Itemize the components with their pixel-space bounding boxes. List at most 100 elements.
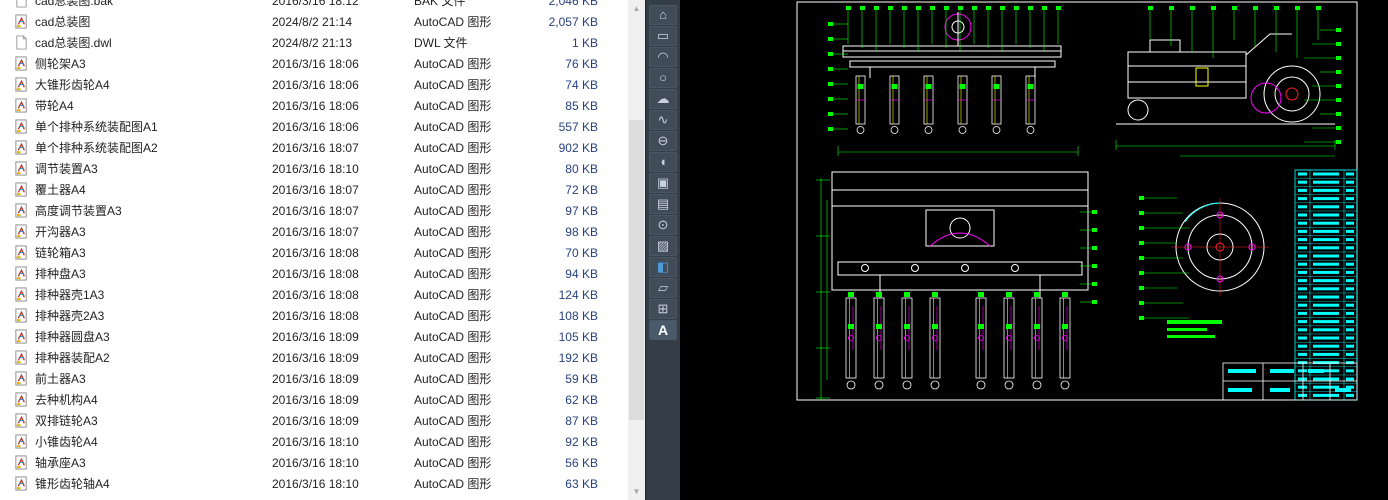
file-type: AutoCAD 图形 <box>414 141 492 155</box>
file-size: 59 KB <box>565 371 598 386</box>
file-name: 轴承座A3 <box>35 456 86 470</box>
file-date: 2016/3/16 18:07 <box>272 140 359 155</box>
file-size: 94 KB <box>565 266 598 281</box>
file-row[interactable]: 调节装置A3 2016/3/16 18:10 AutoCAD 图形 80 KB <box>0 158 628 179</box>
multiline-text-icon[interactable]: A <box>649 320 677 340</box>
file-row[interactable]: 链轮箱A3 2016/3/16 18:08 AutoCAD 图形 70 KB <box>0 242 628 263</box>
autocad-file-icon <box>14 413 29 428</box>
file-size: 70 KB <box>565 245 598 260</box>
autocad-file-icon <box>14 308 29 323</box>
autocad-file-icon <box>14 161 29 176</box>
file-name: 双排链轮A3 <box>35 414 98 428</box>
file-row[interactable]: 前土器A3 2016/3/16 18:09 AutoCAD 图形 59 KB <box>0 368 628 389</box>
table-tool-icon[interactable]: ⊞ <box>649 299 677 319</box>
gradient-tool-icon[interactable]: ◧ <box>649 257 677 277</box>
scroll-up-icon[interactable]: ▲ <box>628 0 645 17</box>
autocad-file-icon <box>14 434 29 449</box>
cad-drawing-svg <box>680 0 1388 500</box>
file-date: 2016/3/16 18:12 <box>272 0 359 8</box>
spline-tool-icon[interactable]: ∿ <box>649 110 677 130</box>
file-list-scrollbar[interactable]: ▲ ▼ <box>628 0 645 500</box>
file-size: 557 KB <box>558 119 598 134</box>
file-type: AutoCAD 图形 <box>414 477 492 491</box>
file-row[interactable]: 双排链轮A3 2016/3/16 18:09 AutoCAD 图形 87 KB <box>0 410 628 431</box>
file-size: 105 KB <box>558 329 598 344</box>
file-name: 小锥齿轮A4 <box>35 435 98 449</box>
file-row[interactable]: 小锥齿轮A4 2016/3/16 18:10 AutoCAD 图形 92 KB <box>0 431 628 452</box>
file-row[interactable]: 单个排种系统装配图A1 2016/3/16 18:06 AutoCAD 图形 557 … <box>0 116 628 137</box>
file-row[interactable]: 去种机构A4 2016/3/16 18:09 AutoCAD 图形 62 KB <box>0 389 628 410</box>
file-row[interactable]: 开沟器A3 2016/3/16 18:07 AutoCAD 图形 98 KB <box>0 221 628 242</box>
make-block-icon[interactable]: ▤ <box>649 194 677 214</box>
autocad-file-icon <box>14 98 29 113</box>
file-size: 62 KB <box>565 392 598 407</box>
file-size: 108 KB <box>558 308 598 323</box>
file-row[interactable]: 大锥形齿轮A4 2016/3/16 18:06 AutoCAD 图形 74 KB <box>0 74 628 95</box>
file-date: 2016/3/16 18:09 <box>272 329 359 344</box>
file-date: 2016/3/16 18:07 <box>272 224 359 239</box>
file-name: 覆土器A4 <box>35 183 86 197</box>
file-row[interactable]: 高度调节装置A3 2016/3/16 18:07 AutoCAD 图形 97 KB <box>0 200 628 221</box>
file-size: 192 KB <box>558 350 598 365</box>
arc-tool-icon[interactable]: ◠ <box>649 47 677 67</box>
circle-tool-icon[interactable]: ○ <box>649 68 677 88</box>
ellipse-tool-icon[interactable]: ⊖ <box>649 131 677 151</box>
file-size: 97 KB <box>565 203 598 218</box>
home-icon[interactable]: ⌂ <box>649 5 677 25</box>
file-row[interactable]: 排种器壳2A3 2016/3/16 18:08 AutoCAD 图形 108 KB <box>0 305 628 326</box>
insert-block-icon[interactable]: ▣ <box>649 173 677 193</box>
file-date: 2016/3/16 18:07 <box>272 182 359 197</box>
file-type: AutoCAD 图形 <box>414 246 492 260</box>
file-row[interactable]: 排种器装配A2 2016/3/16 18:09 AutoCAD 图形 192 KB <box>0 347 628 368</box>
file-type: AutoCAD 图形 <box>414 99 492 113</box>
file-name: 前土器A3 <box>35 372 86 386</box>
file-type: AutoCAD 图形 <box>414 78 492 92</box>
rectangle-tool-icon[interactable]: ▭ <box>649 26 677 46</box>
file-row[interactable]: 轴承座A3 2016/3/16 18:10 AutoCAD 图形 56 KB <box>0 452 628 473</box>
file-type: AutoCAD 图形 <box>414 414 492 428</box>
file-size: 72 KB <box>565 182 598 197</box>
file-name: 带轮A4 <box>35 99 74 113</box>
autocad-draw-toolbar: ⌂ ▭ ◠ ○ ☁ ∿ ⊖ ◖ ▣ ▤ ⊙ ▨ ◧ ▱ ⊞ A <box>645 0 680 500</box>
file-name: 链轮箱A3 <box>35 246 86 260</box>
autocad-file-icon <box>14 245 29 260</box>
file-size: 74 KB <box>565 77 598 92</box>
file-row[interactable]: 排种器壳1A3 2016/3/16 18:08 AutoCAD 图形 124 KB <box>0 284 628 305</box>
file-name: cad总装图.bak <box>35 0 114 8</box>
file-row[interactable]: 单个排种系统装配图A2 2016/3/16 18:07 AutoCAD 图形 902 … <box>0 137 628 158</box>
file-date: 2016/3/16 18:07 <box>272 203 359 218</box>
autocad-drawing-canvas[interactable] <box>680 0 1388 500</box>
file-date: 2016/3/16 18:10 <box>272 434 359 449</box>
file-date: 2016/3/16 18:08 <box>272 245 359 260</box>
file-row[interactable]: 侧轮架A3 2016/3/16 18:06 AutoCAD 图形 76 KB <box>0 53 628 74</box>
file-row[interactable]: 锥形齿轮轴A4 2016/3/16 18:10 AutoCAD 图形 63 KB <box>0 473 628 494</box>
file-name: cad总装图 <box>35 15 91 29</box>
hatch-tool-icon[interactable]: ▨ <box>649 236 677 256</box>
file-row[interactable]: cad总装图 2024/8/2 21:14 AutoCAD 图形 2,057 KB <box>0 11 628 32</box>
file-list-pane: cad总装图.bak 2016/3/16 18:12 BAK 文件 2,046 KB c… <box>0 0 628 500</box>
file-row[interactable]: cad总装图.bak 2016/3/16 18:12 BAK 文件 2,046 KB <box>0 0 628 11</box>
file-type: AutoCAD 图形 <box>414 330 492 344</box>
region-tool-icon[interactable]: ▱ <box>649 278 677 298</box>
autocad-file-icon <box>14 77 29 92</box>
file-size: 85 KB <box>565 98 598 113</box>
point-tool-icon[interactable]: ⊙ <box>649 215 677 235</box>
file-row[interactable]: 排种器圆盘A3 2016/3/16 18:09 AutoCAD 图形 105 KB <box>0 326 628 347</box>
file-date: 2016/3/16 18:08 <box>272 308 359 323</box>
file-type: AutoCAD 图形 <box>414 162 492 176</box>
file-type: AutoCAD 图形 <box>414 15 492 29</box>
file-size: 98 KB <box>565 224 598 239</box>
autocad-file-icon <box>14 476 29 491</box>
file-row[interactable]: 排种盘A3 2016/3/16 18:08 AutoCAD 图形 94 KB <box>0 263 628 284</box>
scrollbar-thumb[interactable] <box>629 120 644 420</box>
file-row[interactable]: 带轮A4 2016/3/16 18:06 AutoCAD 图形 85 KB <box>0 95 628 116</box>
revision-cloud-icon[interactable]: ☁ <box>649 89 677 109</box>
file-type: DWL 文件 <box>414 36 468 50</box>
autocad-file-icon <box>14 350 29 365</box>
file-row[interactable]: 覆土器A4 2016/3/16 18:07 AutoCAD 图形 72 KB <box>0 179 628 200</box>
file-size: 92 KB <box>565 434 598 449</box>
file-date: 2016/3/16 18:08 <box>272 266 359 281</box>
file-row[interactable]: cad总装图.dwl 2024/8/2 21:13 DWL 文件 1 KB <box>0 32 628 53</box>
ellipse-arc-icon[interactable]: ◖ <box>649 152 677 172</box>
scroll-down-icon[interactable]: ▼ <box>628 483 645 500</box>
